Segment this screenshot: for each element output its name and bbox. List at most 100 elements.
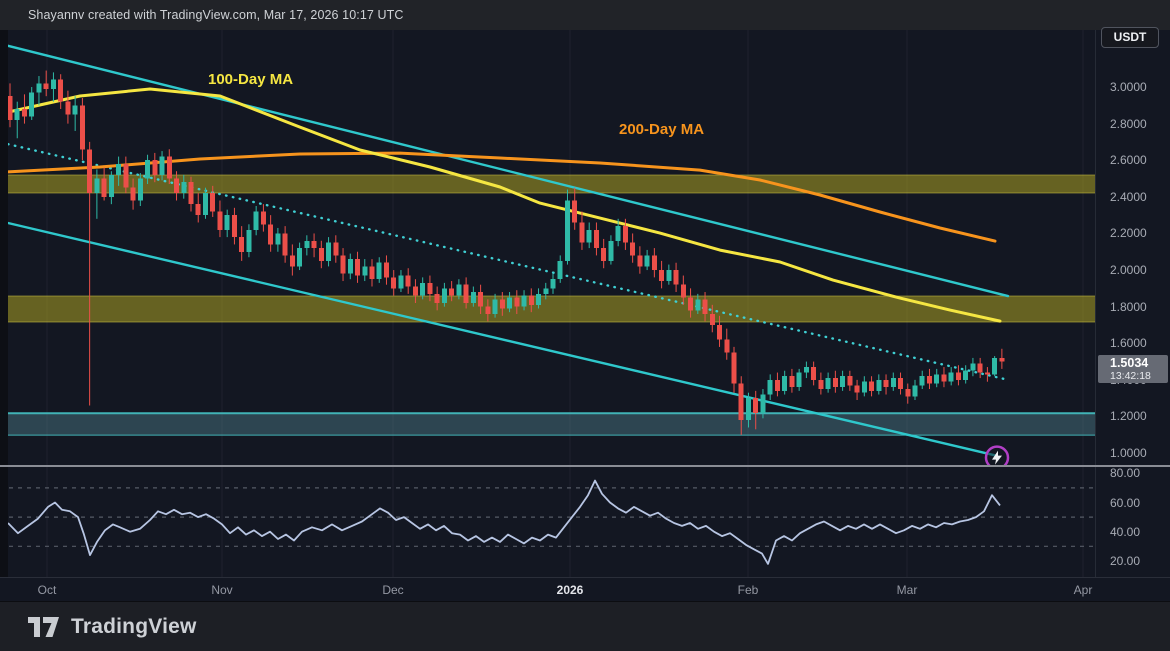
candle-body [456,285,461,296]
candle-body [717,325,722,340]
candle-body [920,376,925,385]
candle-body [123,164,128,188]
candle-body [348,259,353,274]
demand-zone-lower[interactable] [0,413,1095,435]
time-axis[interactable]: OctNovDec2026FebMarApr [0,577,1170,601]
candle-body [956,373,961,380]
candle-body [703,299,708,314]
candle-body [978,363,983,372]
candle-body [804,367,809,372]
rsi-line[interactable] [8,481,1000,564]
candle-body [616,226,621,241]
time-axis-label: Mar [877,583,937,597]
price-axis-label: 1.0000 [1110,445,1147,461]
candle-body [963,371,968,380]
candle-body [261,211,266,224]
rsi-canvas[interactable] [0,466,1095,577]
candle-body [818,380,823,389]
price-axis[interactable]: 1.5034 13:42:18 3.00002.80002.60002.4000… [1095,30,1170,601]
candle-body [587,230,592,243]
candle-body [268,224,273,244]
candle-body [174,179,179,194]
candle-body [493,299,498,314]
candle-body [594,230,599,248]
price-axis-label: 2.8000 [1110,116,1147,132]
left-margin [0,30,8,577]
candle-body [688,298,693,311]
candle-body [551,279,556,288]
candle-body [666,270,671,281]
candle-body [36,83,41,92]
candle-body [674,270,679,285]
time-axis-label: Apr [1053,583,1113,597]
countdown-timer: 13:42:18 [1110,370,1168,382]
support-zone-mid[interactable] [0,296,1095,322]
candle-body [44,83,49,88]
candle-body [275,233,280,244]
candle-body [630,243,635,256]
candle-body [500,299,505,308]
candle-body [485,307,490,314]
candle-body [746,398,751,420]
header-bar: Shayannv created with TradingView.com, M… [0,0,1170,30]
rsi-axis-label: 40.00 [1110,524,1140,540]
candle-body [435,294,440,303]
candle-body [181,182,186,193]
candle-body [775,380,780,391]
candle-body [768,380,773,395]
candle-body [283,233,288,255]
candle-body [326,243,331,261]
candle-body [80,105,85,149]
price-axis-label: 2.4000 [1110,189,1147,205]
candle-body [160,157,165,175]
price-axis-label: 1.2000 [1110,408,1147,424]
candle-body [73,105,78,114]
candle-body [572,201,577,223]
candle-body [203,193,208,215]
candle-body [608,241,613,261]
candle-body [51,80,56,89]
rsi-axis-label: 80.00 [1110,465,1140,481]
candle-body [949,373,954,382]
candle-body [290,255,295,266]
last-price: 1.5034 [1110,356,1168,370]
price-axis-label: 2.2000 [1110,225,1147,241]
price-axis-label: 3.0000 [1110,79,1147,95]
pane-separator[interactable] [0,465,1170,467]
candle-body [826,378,831,389]
candle-body [384,263,389,278]
candle-body [398,276,403,289]
candle-body [905,389,910,396]
candle-body [196,204,201,215]
candle-body [739,384,744,421]
candle-body [232,215,237,237]
candle-body [94,179,99,194]
candle-body [645,255,650,266]
candle-body [138,179,143,201]
tradingview-icon[interactable] [28,616,62,638]
candle-body [710,314,715,325]
candle-body [934,374,939,383]
candle-body [413,287,418,296]
candle-body [478,292,483,307]
current-price-badge: 1.5034 13:42:18 [1098,355,1168,383]
candle-body [840,376,845,387]
resistance-zone-upper[interactable] [0,175,1095,193]
ma200-label: 200-Day MA [619,121,704,138]
candle-body [471,292,476,303]
candle-body [637,255,642,266]
candle-body [225,215,230,230]
time-axis-label: Feb [718,583,778,597]
candle-body [145,160,150,178]
symbol-badge[interactable]: USDT [1101,27,1159,48]
candle-body [724,340,729,353]
candle-body [753,398,758,413]
price-axis-label: 1.8000 [1110,299,1147,315]
tradingview-chart-screenshot: Shayannv created with TradingView.com, M… [0,0,1170,651]
candle-body [210,193,215,211]
tradingview-wordmark[interactable]: TradingView [71,615,197,639]
price-chart-canvas[interactable] [0,30,1095,466]
candle-body [869,382,874,391]
candle-body [847,376,852,385]
candle-body [370,266,375,279]
